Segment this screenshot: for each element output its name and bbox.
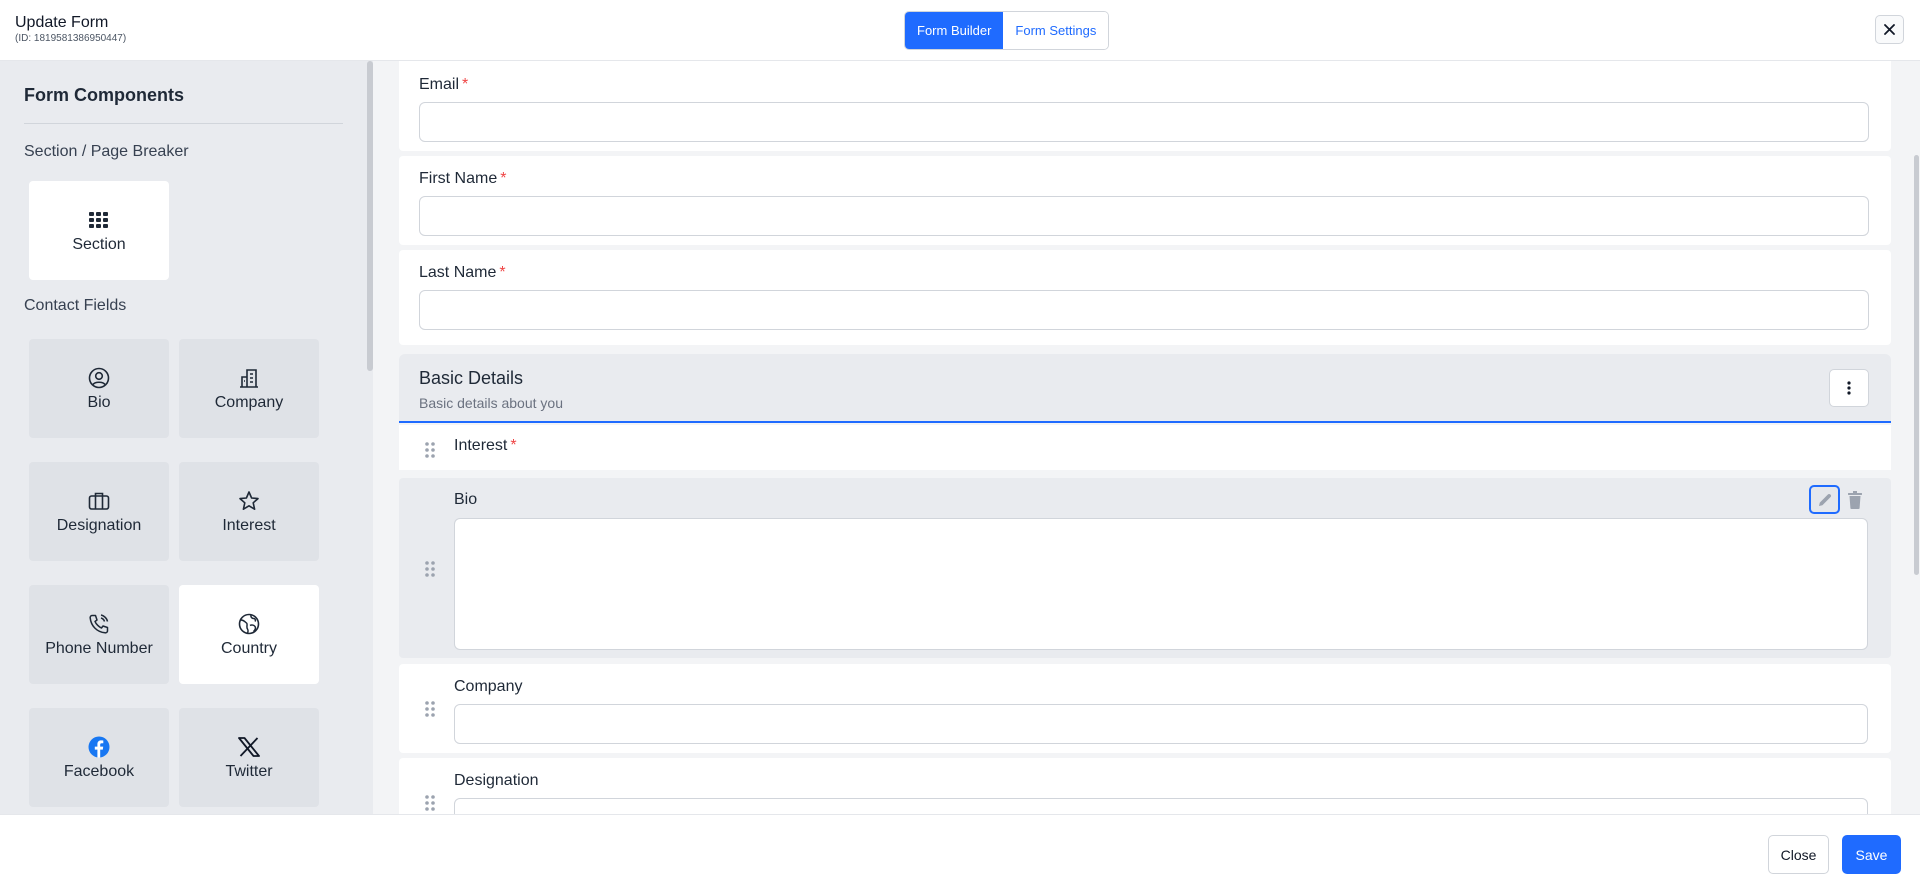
tile-label: Twitter: [225, 762, 273, 780]
field-label-designation: Designation: [454, 772, 539, 789]
designation-input[interactable]: [454, 798, 1868, 814]
top-bar: Update Form (ID: 1819581386950447) Form …: [0, 0, 1920, 61]
tile-label: Phone Number: [45, 639, 153, 657]
field-label-bio: Bio: [454, 491, 478, 508]
tile-label: Country: [220, 639, 278, 657]
x-twitter-icon: [237, 735, 261, 759]
field-card-last-name[interactable]: Last Name *: [399, 250, 1891, 345]
tile-label: Interest: [222, 516, 276, 534]
tile-designation[interactable]: Designation: [29, 462, 169, 561]
form-canvas: Email * First Name * Last Name * Basic Deta…: [373, 61, 1920, 814]
tile-label: Company: [214, 393, 284, 411]
sidebar-heading: Form Components: [24, 85, 184, 105]
trash-icon: [1848, 491, 1862, 509]
tile-phone-number[interactable]: Phone Number: [29, 585, 169, 684]
field-label-company: Company: [454, 678, 523, 695]
tile-interest[interactable]: Interest: [179, 462, 319, 561]
field-label-first-name: First Name *: [419, 170, 507, 187]
category-section: Section / Page Breaker: [24, 143, 189, 160]
briefcase-icon: [87, 489, 111, 513]
components-sidebar: Form Components Section / Page Breaker S…: [0, 61, 373, 814]
user-circle-icon: [87, 366, 111, 390]
more-vertical-icon: [1847, 381, 1851, 395]
tile-country[interactable]: Country: [179, 585, 319, 684]
pencil-icon: [1818, 493, 1831, 506]
drag-handle-icon[interactable]: [424, 441, 436, 459]
facebook-icon: [87, 735, 111, 759]
sidebar-divider: [24, 123, 343, 124]
globe-icon: [237, 612, 261, 636]
footer-bar: Close Save: [0, 814, 1920, 892]
drag-handle-icon[interactable]: [424, 700, 436, 718]
tile-label: Section: [72, 235, 126, 253]
section-header: Basic Details Basic details about you: [399, 354, 1891, 423]
section-description: Basic details about you: [419, 395, 563, 411]
bio-textarea[interactable]: [454, 518, 1868, 650]
tile-facebook[interactable]: Facebook: [29, 708, 169, 807]
section-title: Basic Details: [419, 368, 524, 388]
building-icon: [237, 366, 261, 390]
first-name-input[interactable]: [419, 196, 1869, 236]
company-input[interactable]: [454, 704, 1868, 744]
tile-twitter[interactable]: Twitter: [179, 708, 319, 807]
close-icon: [1884, 24, 1895, 35]
field-label-interest: Interest *: [454, 437, 517, 454]
delete-field-button[interactable]: [1846, 489, 1864, 511]
tile-label: Facebook: [63, 762, 135, 780]
title-block: Update Form (ID: 1819581386950447): [15, 13, 126, 45]
tile-label: Bio: [87, 393, 111, 411]
close-button[interactable]: Close: [1768, 835, 1829, 874]
field-label-last-name: Last Name *: [419, 264, 506, 281]
save-button[interactable]: Save: [1842, 835, 1901, 874]
tile-label: Designation: [56, 516, 142, 534]
tile-company[interactable]: Company: [179, 339, 319, 438]
phone-icon: [87, 612, 111, 636]
edit-field-button[interactable]: [1809, 485, 1840, 514]
drag-handle-icon[interactable]: [424, 560, 436, 578]
canvas-scrollbar[interactable]: [1914, 155, 1919, 575]
tab-form-settings[interactable]: Form Settings: [1003, 12, 1109, 49]
field-card-first-name[interactable]: First Name *: [399, 156, 1891, 245]
email-input[interactable]: [419, 102, 1869, 142]
field-label-email: Email *: [419, 76, 469, 93]
field-card-designation[interactable]: Designation: [399, 758, 1891, 814]
category-contact: Contact Fields: [24, 297, 127, 314]
tile-bio[interactable]: Bio: [29, 339, 169, 438]
field-card-company[interactable]: Company: [399, 664, 1891, 753]
view-tabs: Form Builder Form Settings: [904, 11, 1110, 50]
tile-section[interactable]: Section: [29, 181, 169, 280]
grid-icon: [87, 208, 111, 232]
field-card-bio[interactable]: Bio: [399, 478, 1891, 658]
tab-form-builder[interactable]: Form Builder: [905, 12, 1004, 49]
form-id: (ID: 1819581386950447): [15, 33, 127, 44]
drag-handle-icon[interactable]: [424, 794, 436, 812]
close-window-button[interactable]: [1875, 15, 1904, 44]
star-icon: [237, 489, 261, 513]
section-menu-button[interactable]: [1829, 369, 1869, 407]
page-title: Update Form: [15, 14, 109, 31]
last-name-input[interactable]: [419, 290, 1869, 330]
field-card-interest[interactable]: Interest *: [399, 425, 1891, 470]
field-card-email[interactable]: Email *: [399, 61, 1891, 151]
